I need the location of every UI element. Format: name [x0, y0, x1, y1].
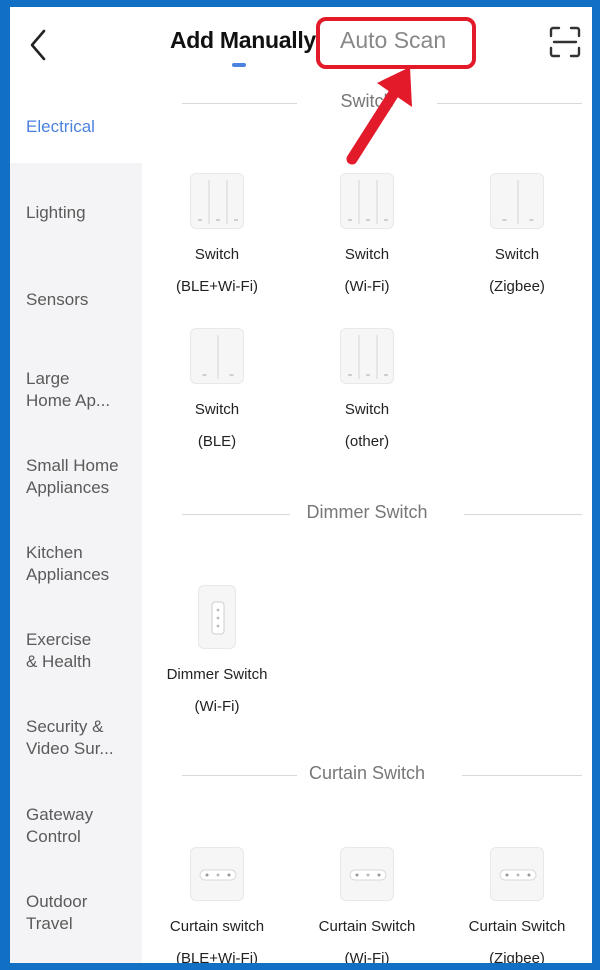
annotation-highlight-box	[316, 17, 476, 69]
scan-frame-icon[interactable]	[548, 25, 582, 59]
switch-device-icon	[340, 328, 394, 384]
section-title: Dimmer Switch	[142, 502, 592, 528]
sidebar-item-7[interactable]: Exercise & Health	[10, 629, 142, 673]
device-protocol: (BLE)	[197, 433, 237, 450]
device-protocol: (Wi-Fi)	[344, 278, 390, 295]
curtain-device-icon	[340, 847, 394, 901]
device-item[interactable]: Curtain Switch (Wi-Fi)	[292, 847, 442, 963]
switch-device-icon	[340, 173, 394, 229]
device-item[interactable]: Switch (BLE)	[142, 328, 292, 458]
sidebar-item-label: Video Sur...	[26, 739, 114, 758]
sidebar-item-label: Electrical	[26, 117, 95, 136]
device-protocol: (Zigbee)	[489, 278, 545, 295]
sidebar-item-8[interactable]: Security & Video Sur...	[10, 716, 142, 760]
switch-device-icon	[490, 173, 544, 229]
device-name: Curtain Switch	[318, 918, 416, 935]
sidebar-item-label: Appliances	[26, 478, 110, 497]
device-name: Curtain switch	[169, 918, 265, 935]
sidebar-item-10[interactable]: Outdoor Travel	[10, 891, 142, 935]
device-protocol: (BLE+Wi-Fi)	[175, 278, 259, 295]
chevron-left-icon[interactable]	[22, 25, 54, 65]
device-list: Switch Switch (BLE+Wi-Fi) Switch (Wi-Fi) Swit…	[142, 91, 592, 963]
device-name: Curtain Switch	[468, 918, 566, 935]
sidebar-item-label: & Health	[26, 652, 92, 671]
sidebar-item-label: Small Home	[26, 456, 119, 475]
category-sidebar: Electrical Lighting Sensors Large Home Ap...…	[10, 91, 142, 963]
device-protocol: (Zigbee)	[489, 950, 545, 963]
curtain-device-icon	[190, 847, 244, 901]
sidebar-item-label: Home Ap...	[26, 391, 111, 410]
active-tab-indicator	[232, 63, 246, 67]
sidebar-item-label: Kitchen	[26, 543, 83, 562]
device-name: Dimmer Switch	[166, 666, 268, 683]
device-item[interactable]: Switch (BLE+Wi-Fi)	[142, 173, 292, 303]
device-protocol: (other)	[344, 433, 390, 450]
device-item[interactable]: Curtain Switch (Zigbee)	[442, 847, 592, 963]
device-item[interactable]: Dimmer Switch (Wi-Fi)	[142, 585, 292, 723]
sidebar-item-5[interactable]: Small Home Appliances	[10, 455, 142, 499]
device-item[interactable]: Switch (Wi-Fi)	[292, 173, 442, 303]
device-name: Switch	[194, 246, 240, 263]
tab-add-manually[interactable]: Add Manually	[170, 27, 316, 54]
sidebar-item-label: Gateway	[26, 805, 94, 824]
device-protocol: (Wi-Fi)	[194, 698, 240, 715]
sidebar-item-4[interactable]: Large Home Ap...	[10, 368, 142, 412]
switch-device-icon	[190, 173, 244, 229]
device-item[interactable]: Switch (other)	[292, 328, 442, 458]
device-name: Switch	[344, 246, 390, 263]
sidebar-item-label: Sensors	[26, 290, 89, 309]
device-protocol: (BLE+Wi-Fi)	[175, 950, 259, 963]
sidebar-item-label: Exercise	[26, 630, 92, 649]
sidebar-item-1[interactable]: Electrical	[10, 91, 142, 163]
device-item[interactable]: Switch (Zigbee)	[442, 173, 592, 303]
sidebar-item-6[interactable]: Kitchen Appliances	[10, 542, 142, 586]
sidebar-item-3[interactable]: Sensors	[10, 289, 142, 311]
device-protocol: (Wi-Fi)	[344, 950, 390, 963]
device-name: Switch	[494, 246, 540, 263]
device-name: Switch	[194, 401, 240, 418]
top-bar: Add Manually Auto Scan	[10, 7, 592, 91]
dimmer-device-icon	[198, 585, 236, 649]
sidebar-item-2[interactable]: Lighting	[10, 202, 142, 224]
sidebar-item-label: Outdoor	[26, 892, 88, 911]
sidebar-item-label: Control	[26, 827, 81, 846]
section-title-text: Dimmer Switch	[306, 502, 428, 522]
section-title: Curtain Switch	[142, 763, 592, 789]
sidebar-item-label: Appliances	[26, 565, 110, 584]
switch-device-icon	[190, 328, 244, 384]
sidebar-item-9[interactable]: Gateway Control	[10, 804, 142, 848]
sidebar-item-label: Lighting	[26, 203, 86, 222]
annotation-arrow-icon	[346, 67, 412, 165]
sidebar-item-label: Travel	[26, 914, 73, 933]
device-name: Switch	[344, 401, 390, 418]
sidebar-item-label: Security &	[26, 717, 104, 736]
device-item[interactable]: Curtain switch (BLE+Wi-Fi)	[142, 847, 292, 963]
app-screen: Add Manually Auto Scan Electrical Lightin…	[10, 7, 592, 963]
curtain-device-icon	[490, 847, 544, 901]
section-title-text: Curtain Switch	[308, 763, 426, 783]
sidebar-item-label: Large	[26, 369, 70, 388]
